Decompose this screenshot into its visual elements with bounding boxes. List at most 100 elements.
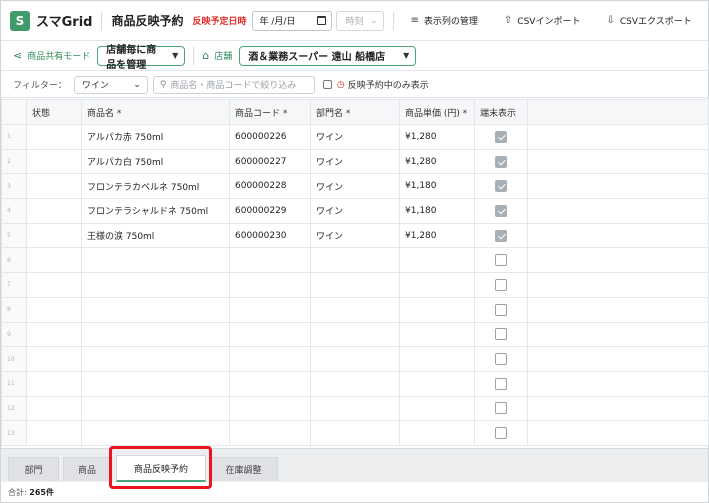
date-input[interactable]: 年 /月/日	[251, 10, 332, 31]
unit-price-cell[interactable]: ¥1,180	[399, 173, 475, 200]
column-header-dept[interactable]: 部門名 *	[310, 99, 400, 125]
display-checkbox[interactable]	[495, 377, 507, 390]
manage-columns-button[interactable]: ≡ 表示列の管理	[411, 14, 478, 27]
display-cell[interactable]	[474, 272, 528, 298]
status-cell[interactable]	[26, 370, 82, 397]
table-row[interactable]: 6	[1, 247, 709, 274]
display-cell[interactable]	[474, 124, 528, 150]
department-cell[interactable]	[310, 395, 400, 422]
display-cell[interactable]	[474, 222, 528, 249]
product-code-cell[interactable]	[229, 395, 311, 422]
display-checkbox[interactable]	[495, 328, 507, 341]
filter-select[interactable]: ワイン ⌄	[73, 75, 148, 94]
status-cell[interactable]	[26, 296, 82, 323]
tab-product[interactable]: 商品	[63, 457, 111, 481]
department-cell[interactable]: ワイン	[310, 198, 400, 224]
product-code-cell[interactable]	[229, 420, 311, 446]
product-name-cell[interactable]: アルパカ赤 750ml	[81, 124, 230, 150]
table-row[interactable]: 11	[1, 370, 709, 397]
table-row[interactable]: 12	[1, 395, 709, 422]
unit-price-cell[interactable]	[399, 272, 475, 298]
reserve-only-checkbox[interactable]	[322, 80, 332, 89]
display-cell[interactable]	[474, 247, 528, 274]
product-name-cell[interactable]	[81, 296, 230, 323]
tab-department[interactable]: 部門	[8, 457, 59, 481]
product-code-cell[interactable]	[229, 346, 311, 372]
table-row[interactable]: 8	[1, 296, 709, 323]
display-checkbox[interactable]	[495, 204, 507, 217]
display-checkbox[interactable]	[495, 427, 507, 440]
table-row[interactable]: 3 フロンテラカベルネ 750ml 600000228 ワイン ¥1,180	[1, 173, 709, 200]
unit-price-cell[interactable]	[399, 346, 475, 372]
product-name-cell[interactable]: 王様の涙 750ml	[81, 222, 230, 249]
product-name-cell[interactable]	[81, 247, 230, 274]
product-code-cell[interactable]: 600000229	[229, 198, 311, 224]
status-cell[interactable]	[26, 222, 82, 249]
unit-price-cell[interactable]: ¥1,280	[399, 148, 475, 175]
table-row[interactable]: 9	[1, 321, 709, 348]
display-cell[interactable]	[474, 198, 528, 224]
display-cell[interactable]	[474, 420, 528, 446]
status-cell[interactable]	[26, 247, 82, 274]
department-cell[interactable]: ワイン	[310, 222, 400, 249]
table-row[interactable]: 2 アルパカ白 750ml 600000227 ワイン ¥1,280	[1, 148, 709, 175]
product-name-cell[interactable]	[81, 346, 230, 372]
department-cell[interactable]: ワイン	[310, 173, 400, 200]
display-cell[interactable]	[474, 173, 528, 200]
csv-export-button[interactable]: ⇩ CSVエクスポート	[606, 14, 691, 27]
product-code-cell[interactable]: 600000227	[229, 148, 311, 175]
product-code-cell[interactable]	[229, 296, 311, 323]
product-code-cell[interactable]: 600000230	[229, 222, 311, 249]
column-header-price[interactable]: 商品単価 (円) *	[399, 99, 475, 125]
department-cell[interactable]: ワイン	[310, 124, 400, 150]
display-cell[interactable]	[474, 370, 528, 397]
display-checkbox[interactable]	[495, 180, 507, 193]
column-header-display[interactable]: 端末表示	[474, 99, 528, 125]
display-checkbox[interactable]	[495, 254, 507, 267]
display-checkbox[interactable]	[495, 402, 507, 415]
display-checkbox[interactable]	[495, 278, 507, 291]
department-cell[interactable]	[310, 346, 400, 372]
product-code-cell[interactable]	[229, 370, 311, 397]
csv-import-button[interactable]: ⇧ CSVインポート	[504, 14, 581, 27]
department-cell[interactable]	[310, 370, 400, 397]
department-cell[interactable]	[310, 296, 400, 323]
product-code-cell[interactable]	[229, 247, 311, 274]
display-checkbox[interactable]	[495, 303, 507, 316]
product-name-cell[interactable]	[81, 272, 230, 298]
product-name-cell[interactable]	[81, 370, 230, 397]
time-select[interactable]: 時刻 ⌄	[335, 10, 384, 31]
status-cell[interactable]	[26, 346, 82, 372]
unit-price-cell[interactable]: ¥1,280	[399, 222, 475, 249]
display-checkbox[interactable]	[495, 155, 507, 168]
department-cell[interactable]	[310, 272, 400, 298]
table-row[interactable]: 10	[1, 346, 709, 372]
status-cell[interactable]	[26, 420, 82, 446]
status-cell[interactable]	[26, 395, 82, 422]
table-row[interactable]: 1 アルパカ赤 750ml 600000226 ワイン ¥1,280	[1, 124, 709, 150]
status-cell[interactable]	[26, 321, 82, 348]
store-select[interactable]: 酒＆業務スーパー 遠山 船橋店 ▼	[239, 45, 417, 66]
product-name-cell[interactable]	[81, 321, 230, 348]
display-cell[interactable]	[474, 346, 528, 372]
search-input[interactable]: ⚲ 商品名・商品コードで絞り込み	[152, 75, 315, 94]
status-cell[interactable]	[26, 148, 82, 175]
table-row[interactable]: 4 フロンテラシャルドネ 750ml 600000229 ワイン ¥1,180	[1, 198, 709, 224]
product-code-cell[interactable]: 600000226	[229, 124, 311, 150]
product-name-cell[interactable]: フロンテラシャルドネ 750ml	[81, 198, 230, 224]
table-row[interactable]: 7	[1, 272, 709, 298]
status-cell[interactable]	[26, 272, 82, 298]
display-checkbox[interactable]	[495, 353, 507, 366]
product-name-cell[interactable]: アルパカ白 750ml	[81, 148, 230, 175]
unit-price-cell[interactable]	[399, 296, 475, 323]
display-cell[interactable]	[474, 395, 528, 422]
calendar-icon[interactable]	[316, 16, 326, 25]
unit-price-cell[interactable]: ¥1,280	[399, 124, 475, 150]
department-cell[interactable]	[310, 420, 400, 446]
unit-price-cell[interactable]: ¥1,180	[399, 198, 475, 224]
status-cell[interactable]	[26, 173, 82, 200]
unit-price-cell[interactable]	[399, 420, 475, 446]
department-cell[interactable]: ワイン	[310, 148, 400, 175]
unit-price-cell[interactable]	[399, 395, 475, 422]
status-cell[interactable]	[26, 124, 82, 150]
